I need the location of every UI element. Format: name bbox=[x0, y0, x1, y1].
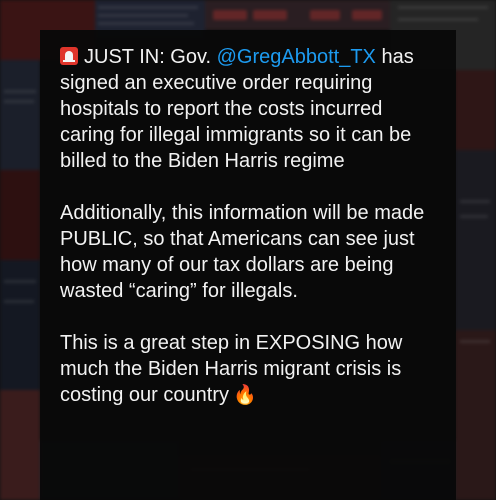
background-text-blur bbox=[398, 18, 478, 21]
background-tile bbox=[0, 390, 40, 500]
background-text-blur bbox=[4, 300, 34, 303]
post-paragraph-3: This is a great step in EXPOSING how muc… bbox=[60, 330, 440, 409]
post-paragraph-3-text: This is a great step in EXPOSING how muc… bbox=[60, 332, 403, 406]
background-text-blur bbox=[460, 340, 490, 343]
background-text-blur bbox=[4, 90, 36, 93]
background-text-blur bbox=[398, 6, 488, 9]
background-badge bbox=[213, 10, 247, 20]
background-badge bbox=[253, 10, 287, 20]
background-badge bbox=[352, 10, 382, 20]
post-paragraph-1: JUST IN: Gov. @GregAbbott_TX has signed … bbox=[60, 44, 440, 174]
background-text-blur bbox=[4, 280, 36, 283]
background-tile bbox=[455, 330, 496, 500]
post-text: JUST IN: Gov. @GregAbbott_TX has signed … bbox=[60, 44, 440, 409]
background-text-blur bbox=[98, 14, 188, 17]
post-headline-prefix: JUST IN: Gov. bbox=[84, 46, 217, 68]
background-tile bbox=[0, 170, 40, 260]
background-text-blur bbox=[4, 100, 34, 103]
post-paragraph-2: Additionally, this information will be m… bbox=[60, 202, 425, 302]
background-text-blur bbox=[98, 6, 198, 9]
background-tile bbox=[0, 60, 40, 170]
background-text-blur bbox=[460, 200, 490, 203]
background-text-blur bbox=[460, 215, 488, 218]
fire-icon: 🔥 bbox=[232, 385, 257, 406]
background-text-blur bbox=[98, 22, 194, 25]
background-badge bbox=[310, 10, 340, 20]
background-tile bbox=[455, 70, 496, 150]
rotating-light-icon bbox=[60, 47, 78, 65]
background-tile bbox=[455, 150, 496, 330]
mention-link[interactable]: @GregAbbott_TX bbox=[217, 46, 376, 68]
